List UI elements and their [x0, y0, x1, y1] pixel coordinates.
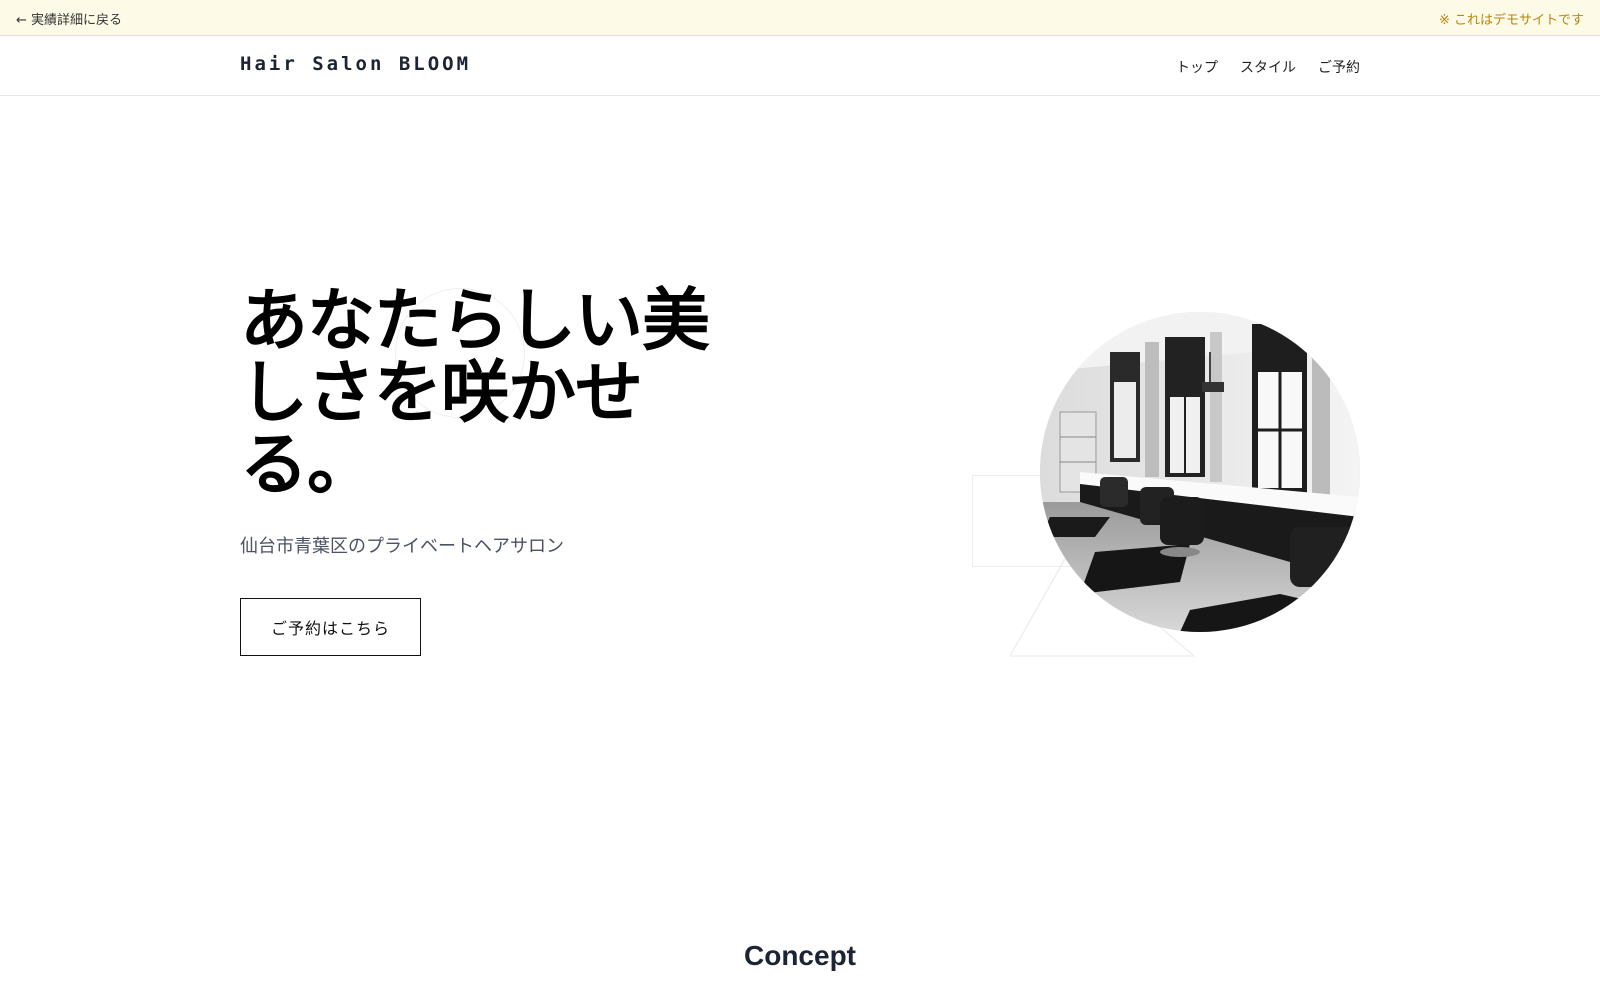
nav-item-reservation[interactable]: ご予約 — [1318, 57, 1360, 77]
back-to-portfolio-link[interactable]: ← 実績詳細に戻る — [16, 9, 122, 28]
demo-bar: ← 実績詳細に戻る ※ これはデモサイトです — [0, 0, 1600, 36]
site-header: Hair Salon BLOOM トップ スタイル ご予約 — [0, 36, 1600, 96]
hero-subtitle: 仙台市青葉区のプライベートヘアサロン — [240, 536, 564, 557]
concept-section-title: Concept — [744, 940, 856, 971]
hero-title: あなたらしい美しさを咲かせる。 — [240, 282, 710, 505]
hero-visual — [960, 300, 1380, 680]
main-nav: トップ スタイル ご予約 — [1176, 57, 1360, 77]
site-logo-title[interactable]: Hair Salon BLOOM — [240, 53, 471, 75]
salon-interior-photo — [1040, 312, 1360, 632]
nav-item-top[interactable]: トップ — [1176, 57, 1218, 77]
nav-item-style[interactable]: スタイル — [1240, 57, 1296, 77]
reservation-cta-button[interactable]: ご予約はこちら — [240, 598, 421, 656]
demo-site-notice: ※ これはデモサイトです — [1438, 13, 1584, 28]
